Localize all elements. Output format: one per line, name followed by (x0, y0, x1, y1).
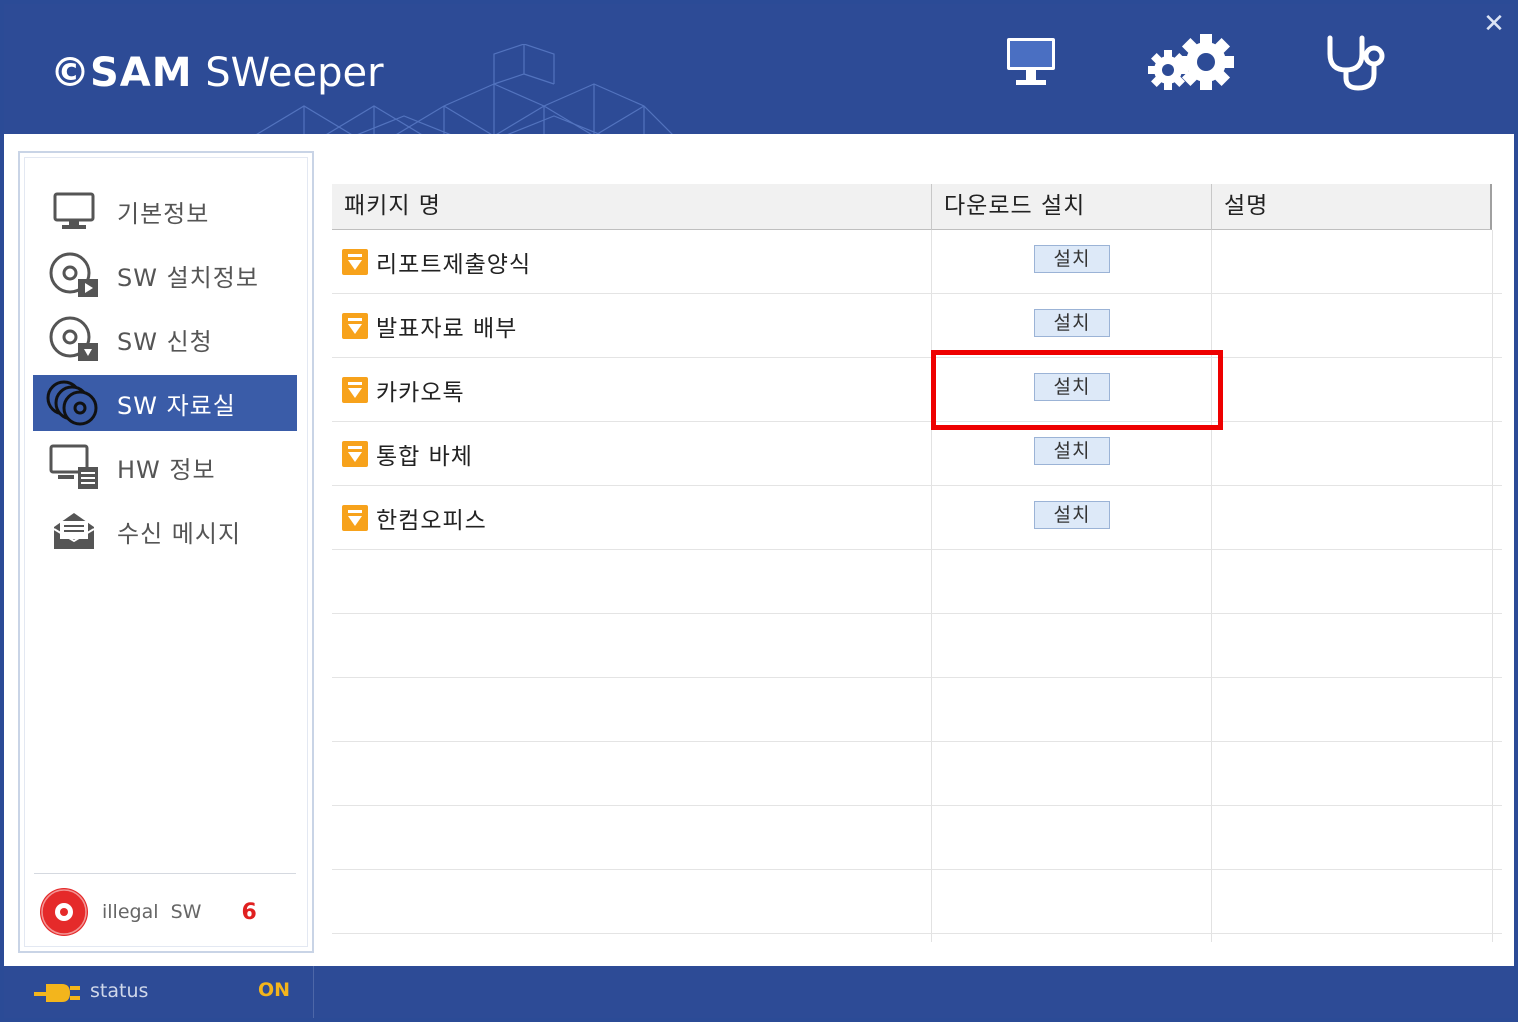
empty-row (332, 678, 1502, 742)
plug-icon (34, 984, 80, 1002)
table-row[interactable]: 통합 바체 설치 (332, 422, 1502, 486)
app-window: ©SAM SWeeper ✕ 기본정보 SW 설치정보 SW 신청 SW 자료실… (0, 0, 1518, 1022)
sidebar-item-label: SW 자료실 (117, 391, 236, 420)
status-label: status (90, 980, 149, 1002)
download-icon (342, 313, 368, 339)
sidebar-item-label: SW 신청 (117, 327, 213, 356)
highlight-box (931, 350, 1223, 430)
table-row[interactable]: 리포트제출양식 설치 (332, 230, 1502, 294)
package-name: 리포트제출양식 (376, 252, 532, 278)
sidebar-item-basic-info[interactable]: 기본정보 (33, 183, 297, 239)
header-bar: ©SAM SWeeper ✕ (4, 4, 1514, 134)
sidebar-item-label: HW 정보 (117, 455, 216, 484)
empty-row (332, 742, 1502, 806)
disc-play-icon (45, 247, 103, 303)
download-icon (342, 377, 368, 403)
install-button[interactable]: 설치 (1034, 501, 1110, 529)
status-value: ON (258, 979, 291, 1001)
envelope-icon (45, 503, 103, 559)
table-row[interactable]: 카카오톡 설치 (332, 358, 1502, 422)
install-button[interactable]: 설치 (1034, 309, 1110, 337)
download-icon (342, 441, 368, 467)
install-button[interactable]: 설치 (1034, 245, 1110, 273)
empty-row (332, 550, 1502, 614)
package-name: 한컴오피스 (376, 508, 487, 534)
sidebar-item-label: 수신 메시지 (117, 519, 242, 548)
illegal-sw-label: illegal SW (102, 901, 202, 923)
monitor-icon (45, 183, 103, 239)
download-icon (342, 249, 368, 275)
illegal-sw-indicator[interactable]: illegal SW 6 (38, 887, 278, 937)
package-name: 카카오톡 (376, 380, 465, 406)
discs-stack-icon (45, 375, 103, 431)
illegal-sw-count: 6 (241, 899, 257, 925)
install-button[interactable]: 설치 (1034, 437, 1110, 465)
table-row[interactable]: 한컴오피스 설치 (332, 486, 1502, 550)
empty-row (332, 806, 1502, 870)
package-table: 패키지 명 다운로드 설치 설명 리포트제출양식 설치 발표자료 배부 설치 카… (332, 184, 1502, 944)
package-name: 통합 바체 (376, 444, 473, 470)
app-logo: ©SAM SWeeper (50, 50, 384, 96)
gears-icon[interactable] (1148, 34, 1240, 98)
table-header: 패키지 명 다운로드 설치 설명 (332, 184, 1492, 230)
download-icon (342, 505, 368, 531)
close-button[interactable]: ✕ (1480, 10, 1508, 38)
empty-row (332, 870, 1502, 934)
sidebar: 기본정보 SW 설치정보 SW 신청 SW 자료실 HW 정보 수신 메시지 i… (18, 151, 314, 953)
hw-monitor-icon (45, 439, 103, 495)
empty-row (332, 614, 1502, 678)
monitor-icon[interactable] (1004, 34, 1058, 94)
illegal-disc-icon (40, 888, 88, 936)
sidebar-item-sw-install-info[interactable]: SW 설치정보 (33, 247, 297, 303)
sidebar-item-label: 기본정보 (117, 199, 210, 228)
sidebar-item-hw-info[interactable]: HW 정보 (33, 439, 297, 495)
sidebar-item-sw-request[interactable]: SW 신청 (33, 311, 297, 367)
column-header-package[interactable]: 패키지 명 (332, 184, 441, 230)
column-header-description[interactable]: 설명 (1212, 184, 1268, 230)
table-row[interactable]: 발표자료 배부 설치 (332, 294, 1502, 358)
package-name: 발표자료 배부 (376, 316, 518, 342)
status-bar: status ON (4, 966, 1514, 1018)
column-header-download[interactable]: 다운로드 설치 (932, 184, 1085, 230)
sidebar-item-inbox[interactable]: 수신 메시지 (33, 503, 297, 559)
disc-download-icon (45, 311, 103, 367)
sidebar-item-label: SW 설치정보 (117, 263, 259, 292)
stethoscope-icon[interactable] (1322, 30, 1388, 100)
sidebar-item-sw-library[interactable]: SW 자료실 (33, 375, 297, 431)
